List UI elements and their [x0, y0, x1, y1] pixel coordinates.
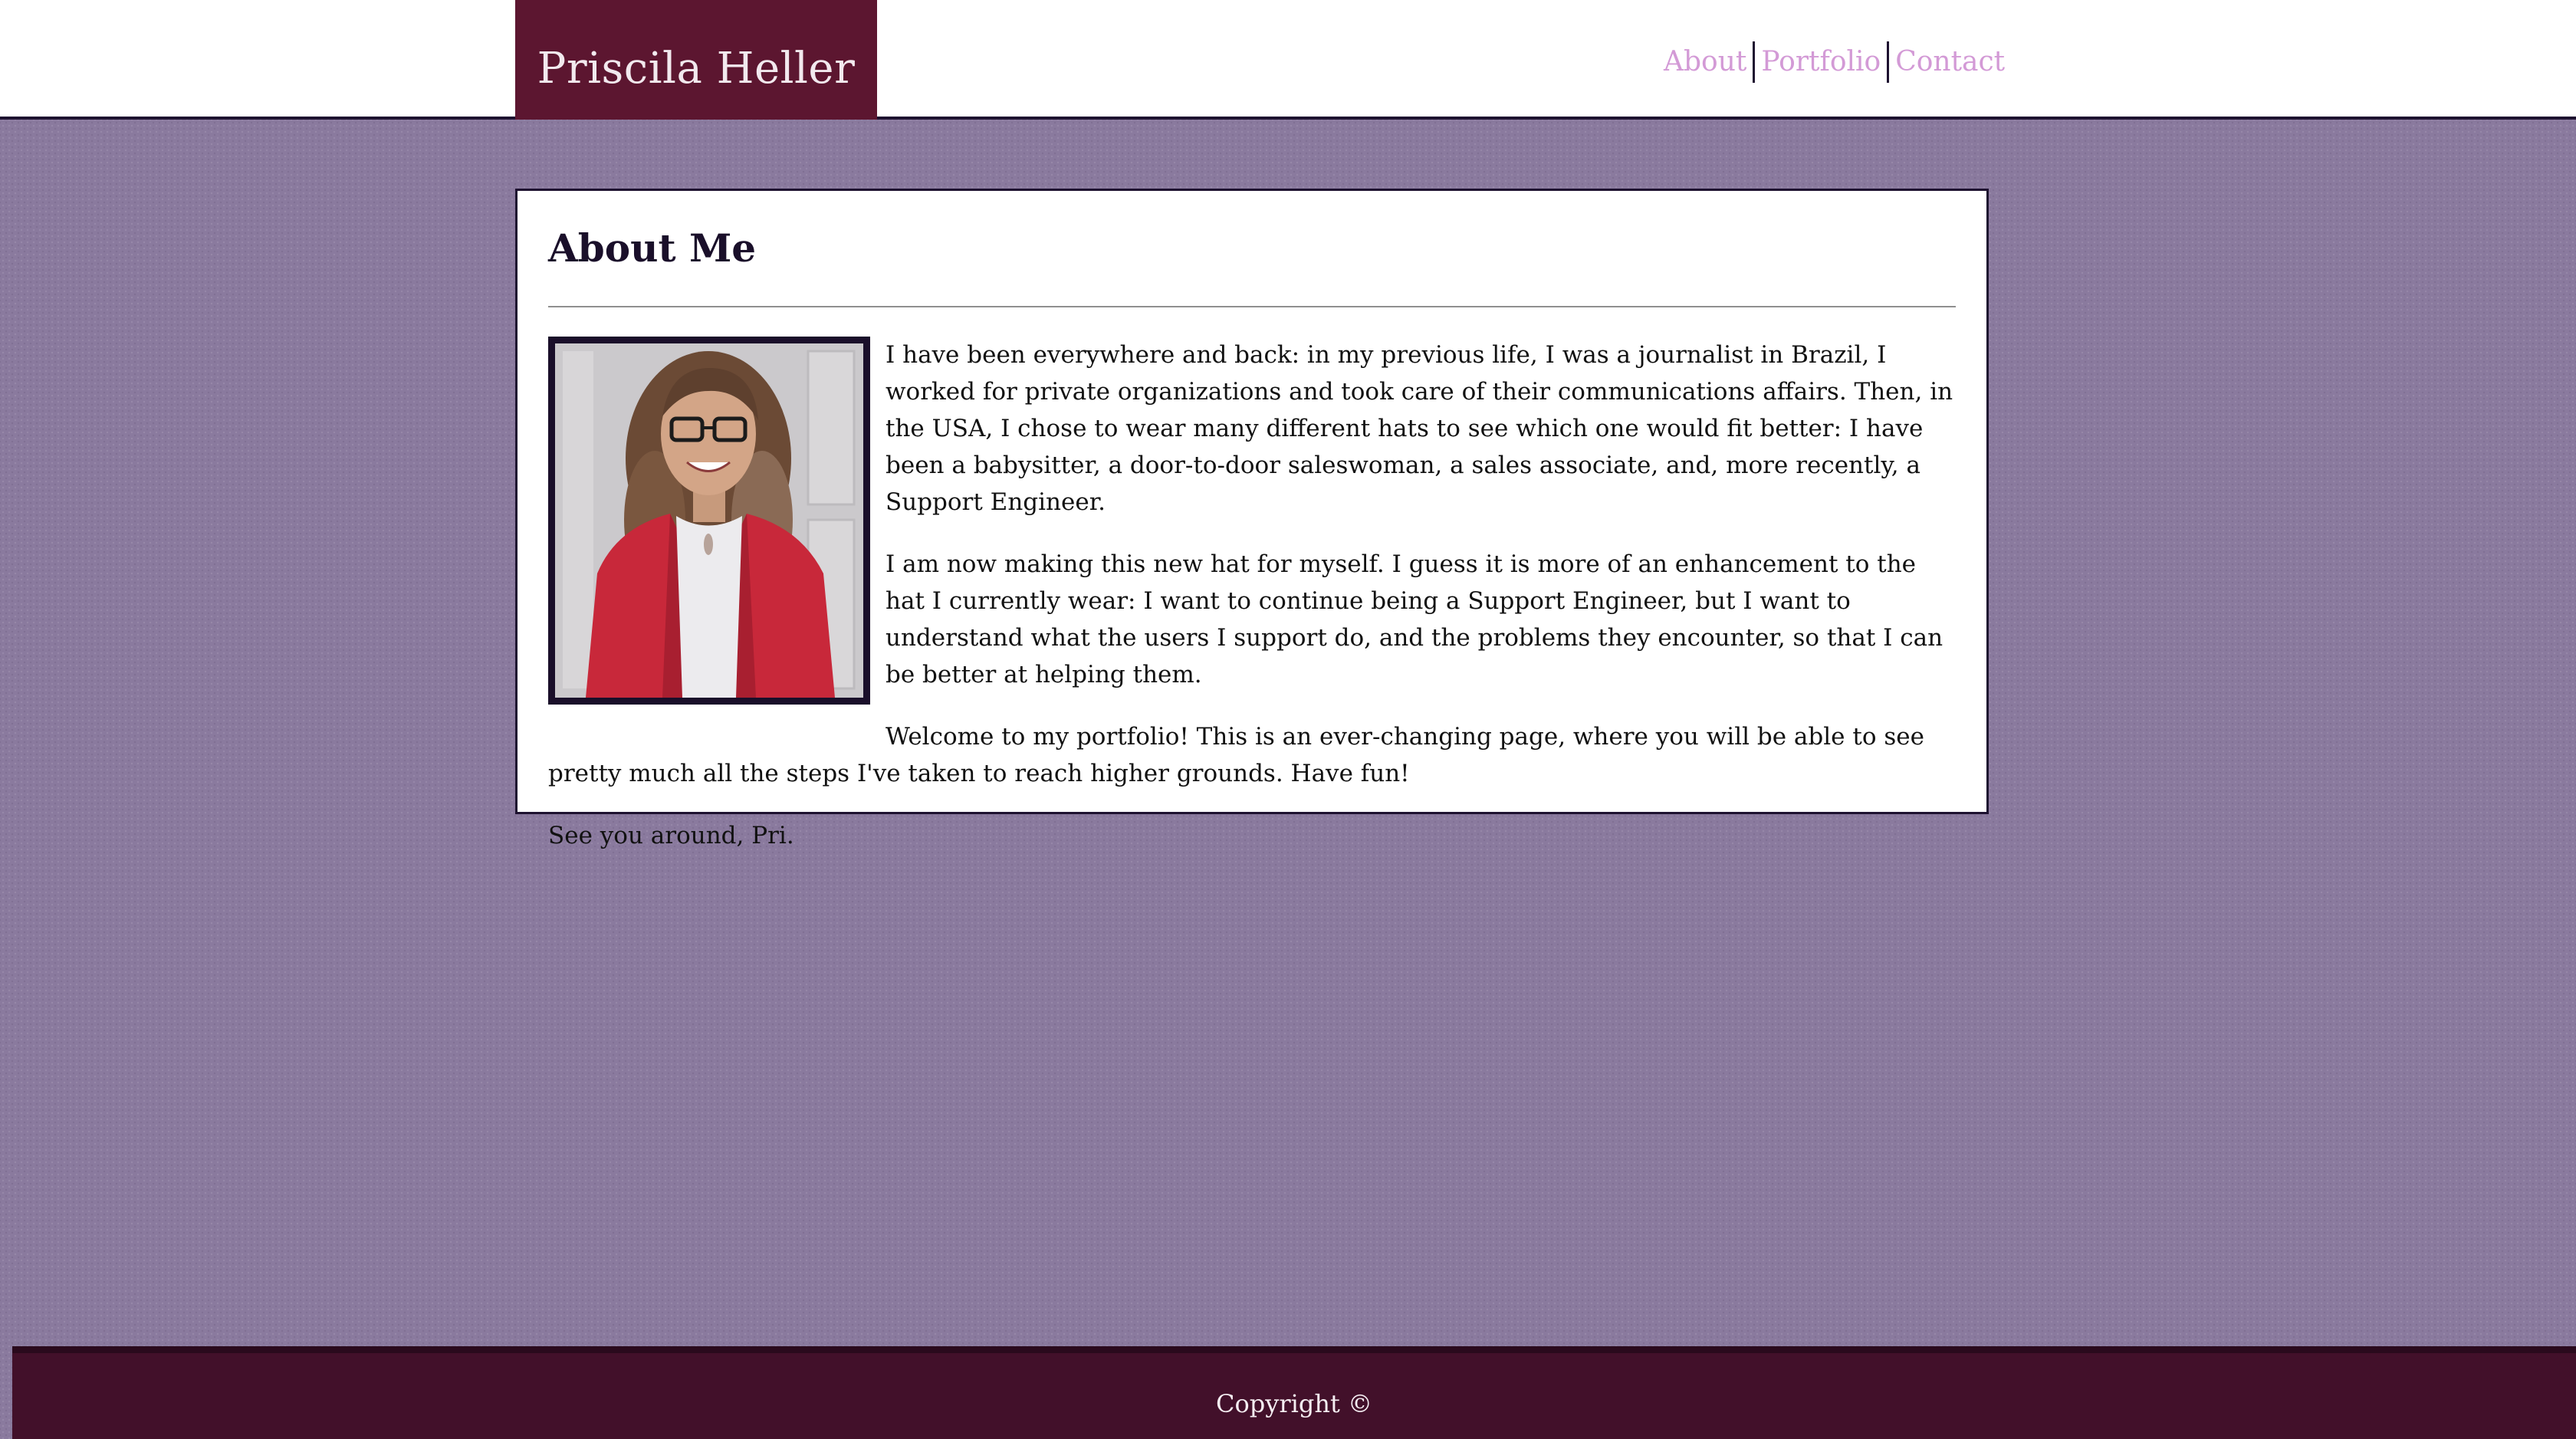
about-card: About Me I have been everywhere and back…: [515, 189, 1989, 849]
copyright-text: Copyright ©: [1216, 1389, 1372, 1418]
main-nav: About Portfolio Contact: [1658, 41, 2011, 83]
nav-link-about[interactable]: About: [1658, 42, 1753, 82]
site-footer: Copyright ©: [12, 1346, 2576, 1439]
site-title[interactable]: Priscila Heller: [537, 44, 856, 94]
about-paragraph: Welcome to my portfolio! This is an ever…: [548, 723, 1924, 787]
section-divider: [548, 306, 1956, 307]
nav-link-portfolio[interactable]: Portfolio: [1755, 42, 1887, 82]
signoff-text: See you around, Pri.: [548, 822, 794, 849]
nav-link-contact[interactable]: Contact: [1889, 42, 2011, 82]
about-heading: About Me: [548, 225, 757, 271]
site-header: Priscila Heller About Portfolio Contact: [0, 0, 2576, 120]
profile-photo: [548, 337, 870, 705]
profile-photo-illustration: [555, 343, 863, 698]
brand-block[interactable]: Priscila Heller: [515, 0, 877, 120]
about-content: I have been everywhere and back: in my p…: [548, 337, 1956, 854]
